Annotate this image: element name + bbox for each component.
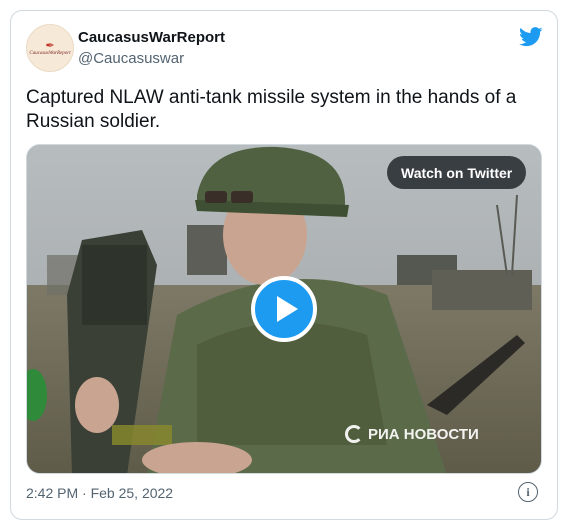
play-button[interactable]: [251, 276, 317, 342]
ria-logo-icon: [345, 425, 363, 443]
play-icon: [276, 296, 298, 322]
avatar-text: CaucasusWarReport: [29, 50, 71, 56]
tweet-timestamp[interactable]: 2:42 PM · Feb 25, 2022: [26, 485, 173, 501]
video-watermark: РИА НОВОСТИ: [345, 425, 479, 443]
quill-icon: ✒: [45, 39, 55, 52]
author-display-name[interactable]: CaucasusWarReport: [78, 29, 225, 46]
tweet-card[interactable]: ✒ CaucasusWarReport CaucasusWarReport @C…: [10, 10, 558, 520]
watch-on-twitter-button[interactable]: Watch on Twitter: [387, 156, 527, 189]
watermark-text: РИА НОВОСТИ: [368, 425, 479, 443]
avatar[interactable]: ✒ CaucasusWarReport: [26, 24, 74, 72]
tweet-text: Captured NLAW anti-tank missile system i…: [26, 87, 517, 132]
twitter-bird-icon[interactable]: [519, 27, 543, 47]
author-handle[interactable]: @Caucasuswar: [78, 50, 184, 67]
info-icon[interactable]: i: [518, 482, 538, 502]
video-player[interactable]: Watch on Twitter РИА НОВОСТИ: [26, 144, 542, 474]
